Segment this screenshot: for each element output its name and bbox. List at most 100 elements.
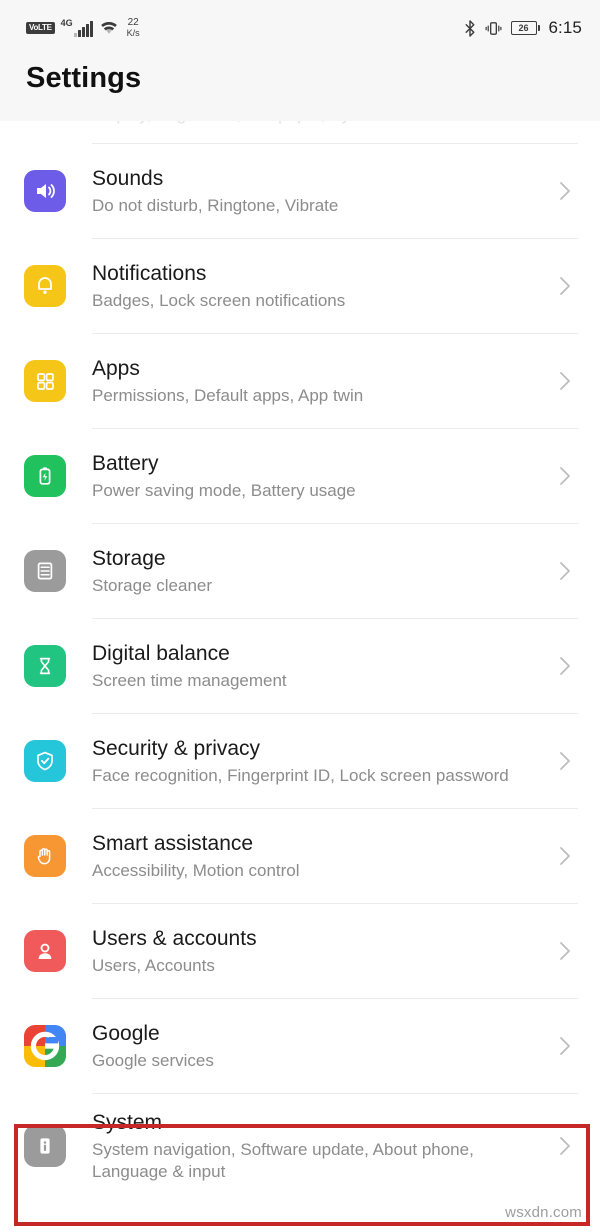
- google-g-icon: [24, 1025, 66, 1067]
- settings-row-title: Apps: [92, 356, 140, 380]
- app-grid-icon: [24, 360, 66, 402]
- row-texts: Smart assistance Accessibility, Motion c…: [68, 815, 552, 898]
- chevron-right-icon[interactable]: [552, 748, 578, 774]
- settings-row-title: Digital balance: [92, 641, 230, 665]
- chevron-right-icon[interactable]: [552, 1033, 578, 1059]
- settings-row-title: Users & accounts: [92, 926, 257, 950]
- row-icon-wrap: [22, 740, 68, 782]
- settings-row-title: Notifications: [92, 261, 207, 285]
- shield-check-icon: [24, 740, 66, 782]
- settings-row-title: Sounds: [92, 166, 164, 190]
- settings-row-title: Google: [92, 1021, 160, 1045]
- status-bar-left: VoLTE 4G 22 K/s: [26, 18, 140, 38]
- signal-bar-5: [89, 21, 93, 37]
- row-icon-wrap: [22, 930, 68, 972]
- page-title: Settings: [26, 62, 142, 94]
- settings-row-users-accounts[interactable]: Users & accounts Users, Accounts: [0, 904, 600, 998]
- person-icon: [24, 930, 66, 972]
- status-bar-right: 26 6:15: [464, 18, 583, 38]
- battery-cap: [537, 25, 540, 31]
- chevron-right-icon[interactable]: [552, 463, 578, 489]
- row-icon-wrap: [22, 550, 68, 592]
- battery-icon: 26: [510, 21, 540, 35]
- bell-icon: [24, 265, 66, 307]
- hand-icon: [24, 835, 66, 877]
- row-texts: Google Google services: [68, 1005, 552, 1088]
- settings-row-subtitle: Permissions, Default apps, App twin: [92, 385, 364, 405]
- row-texts: Notifications Badges, Lock screen notifi…: [68, 245, 552, 328]
- settings-row-subtitle: Google services: [92, 1050, 214, 1070]
- signal-bar-4: [85, 24, 89, 37]
- page-header: Settings: [0, 56, 600, 121]
- volte-icon: VoLTE: [26, 22, 55, 34]
- settings-row-title: Smart assistance: [92, 831, 254, 855]
- row-texts: Storage Storage cleaner: [68, 530, 552, 613]
- row-icon-wrap: [22, 835, 68, 877]
- row-texts: Apps Permissions, Default apps, App twin: [68, 340, 552, 423]
- row-icon-wrap: [22, 645, 68, 687]
- chevron-right-icon[interactable]: [552, 1133, 578, 1159]
- settings-row-subtitle: Storage cleaner: [92, 575, 213, 595]
- settings-row-google[interactable]: Google Google services: [0, 999, 600, 1093]
- signal-bars-icon: 4G: [61, 19, 93, 37]
- hourglass-icon: [24, 645, 66, 687]
- status-bar-clock: 6:15: [548, 18, 582, 37]
- settings-row-storage[interactable]: Storage Storage cleaner: [0, 524, 600, 618]
- phone-info-icon: [24, 1125, 66, 1168]
- speaker-volume-icon: [24, 170, 66, 212]
- settings-row-subtitle: Badges, Lock screen notifications: [92, 290, 346, 310]
- network-type-label: 4G: [60, 18, 73, 28]
- settings-screen: VoLTE 4G 22 K/s 26 6:15 Settings Sounds …: [0, 0, 600, 1232]
- storage-stack-icon: [24, 550, 66, 592]
- chevron-right-icon[interactable]: [552, 653, 578, 679]
- settings-row-subtitle: Face recognition, Fingerprint ID, Lock s…: [92, 765, 509, 785]
- settings-row-security-privacy[interactable]: Security & privacy Face recognition, Fin…: [0, 714, 600, 808]
- settings-row-system[interactable]: System System navigation, Software updat…: [0, 1094, 600, 1199]
- data-speed-unit: K/s: [126, 27, 140, 38]
- settings-row-apps[interactable]: Apps Permissions, Default apps, App twin: [0, 334, 600, 428]
- chevron-right-icon[interactable]: [552, 938, 578, 964]
- cut-off-row[interactable]: Display, Brightness, Wallpaper, Eye comf…: [0, 121, 600, 143]
- settings-row-title: System: [92, 1111, 163, 1134]
- chevron-right-icon[interactable]: [552, 273, 578, 299]
- row-texts: System System navigation, Software updat…: [68, 1094, 552, 1199]
- settings-row-notifications[interactable]: Notifications Badges, Lock screen notifi…: [0, 239, 600, 333]
- row-texts: Security & privacy Face recognition, Fin…: [68, 720, 552, 803]
- row-icon-wrap: [22, 265, 68, 307]
- settings-row-battery[interactable]: Battery Power saving mode, Battery usage: [0, 429, 600, 523]
- chevron-right-icon[interactable]: [552, 843, 578, 869]
- signal-bar-1: [73, 33, 77, 37]
- row-texts: Sounds Do not disturb, Ringtone, Vibrate: [68, 150, 552, 233]
- row-texts: Battery Power saving mode, Battery usage: [68, 435, 552, 518]
- settings-row-sounds[interactable]: Sounds Do not disturb, Ringtone, Vibrate: [0, 144, 600, 238]
- settings-row-title: Storage: [92, 546, 166, 570]
- settings-row-subtitle: Accessibility, Motion control: [92, 860, 300, 880]
- chevron-right-icon[interactable]: [552, 558, 578, 584]
- data-speed-indicator: 22 K/s: [127, 18, 140, 38]
- settings-row-title: Battery: [92, 451, 159, 475]
- settings-row-subtitle: Users, Accounts: [92, 955, 215, 975]
- chevron-right-icon[interactable]: [552, 368, 578, 394]
- settings-row-digital-balance[interactable]: Digital balance Screen time management: [0, 619, 600, 713]
- row-icon-wrap: [22, 1025, 68, 1067]
- signal-bar-3: [81, 27, 85, 37]
- wifi-icon: [100, 22, 117, 34]
- battery-bolt-icon: [24, 455, 66, 497]
- data-speed-value: 22: [127, 17, 139, 29]
- row-icon-wrap: [22, 170, 68, 212]
- chevron-right-icon[interactable]: [552, 178, 578, 204]
- row-icon-wrap: [22, 1125, 68, 1168]
- row-icon-wrap: [22, 360, 68, 402]
- signal-bar-2: [77, 30, 81, 37]
- bluetooth-icon: [465, 19, 474, 37]
- settings-row-smart-assistance[interactable]: Smart assistance Accessibility, Motion c…: [0, 809, 600, 903]
- settings-row-subtitle: System navigation, Software update, Abou…: [92, 1140, 474, 1181]
- settings-row-title: Security & privacy: [92, 736, 261, 760]
- watermark: wsxdn.com: [505, 1204, 582, 1221]
- settings-list[interactable]: Display, Brightness, Wallpaper, Eye comf…: [0, 121, 600, 1232]
- vibrate-icon: [485, 21, 501, 35]
- battery-level-label: 26: [518, 22, 529, 33]
- row-texts: Users & accounts Users, Accounts: [68, 910, 552, 993]
- status-bar: VoLTE 4G 22 K/s 26 6:15: [0, 0, 600, 56]
- row-texts: Digital balance Screen time management: [68, 625, 552, 708]
